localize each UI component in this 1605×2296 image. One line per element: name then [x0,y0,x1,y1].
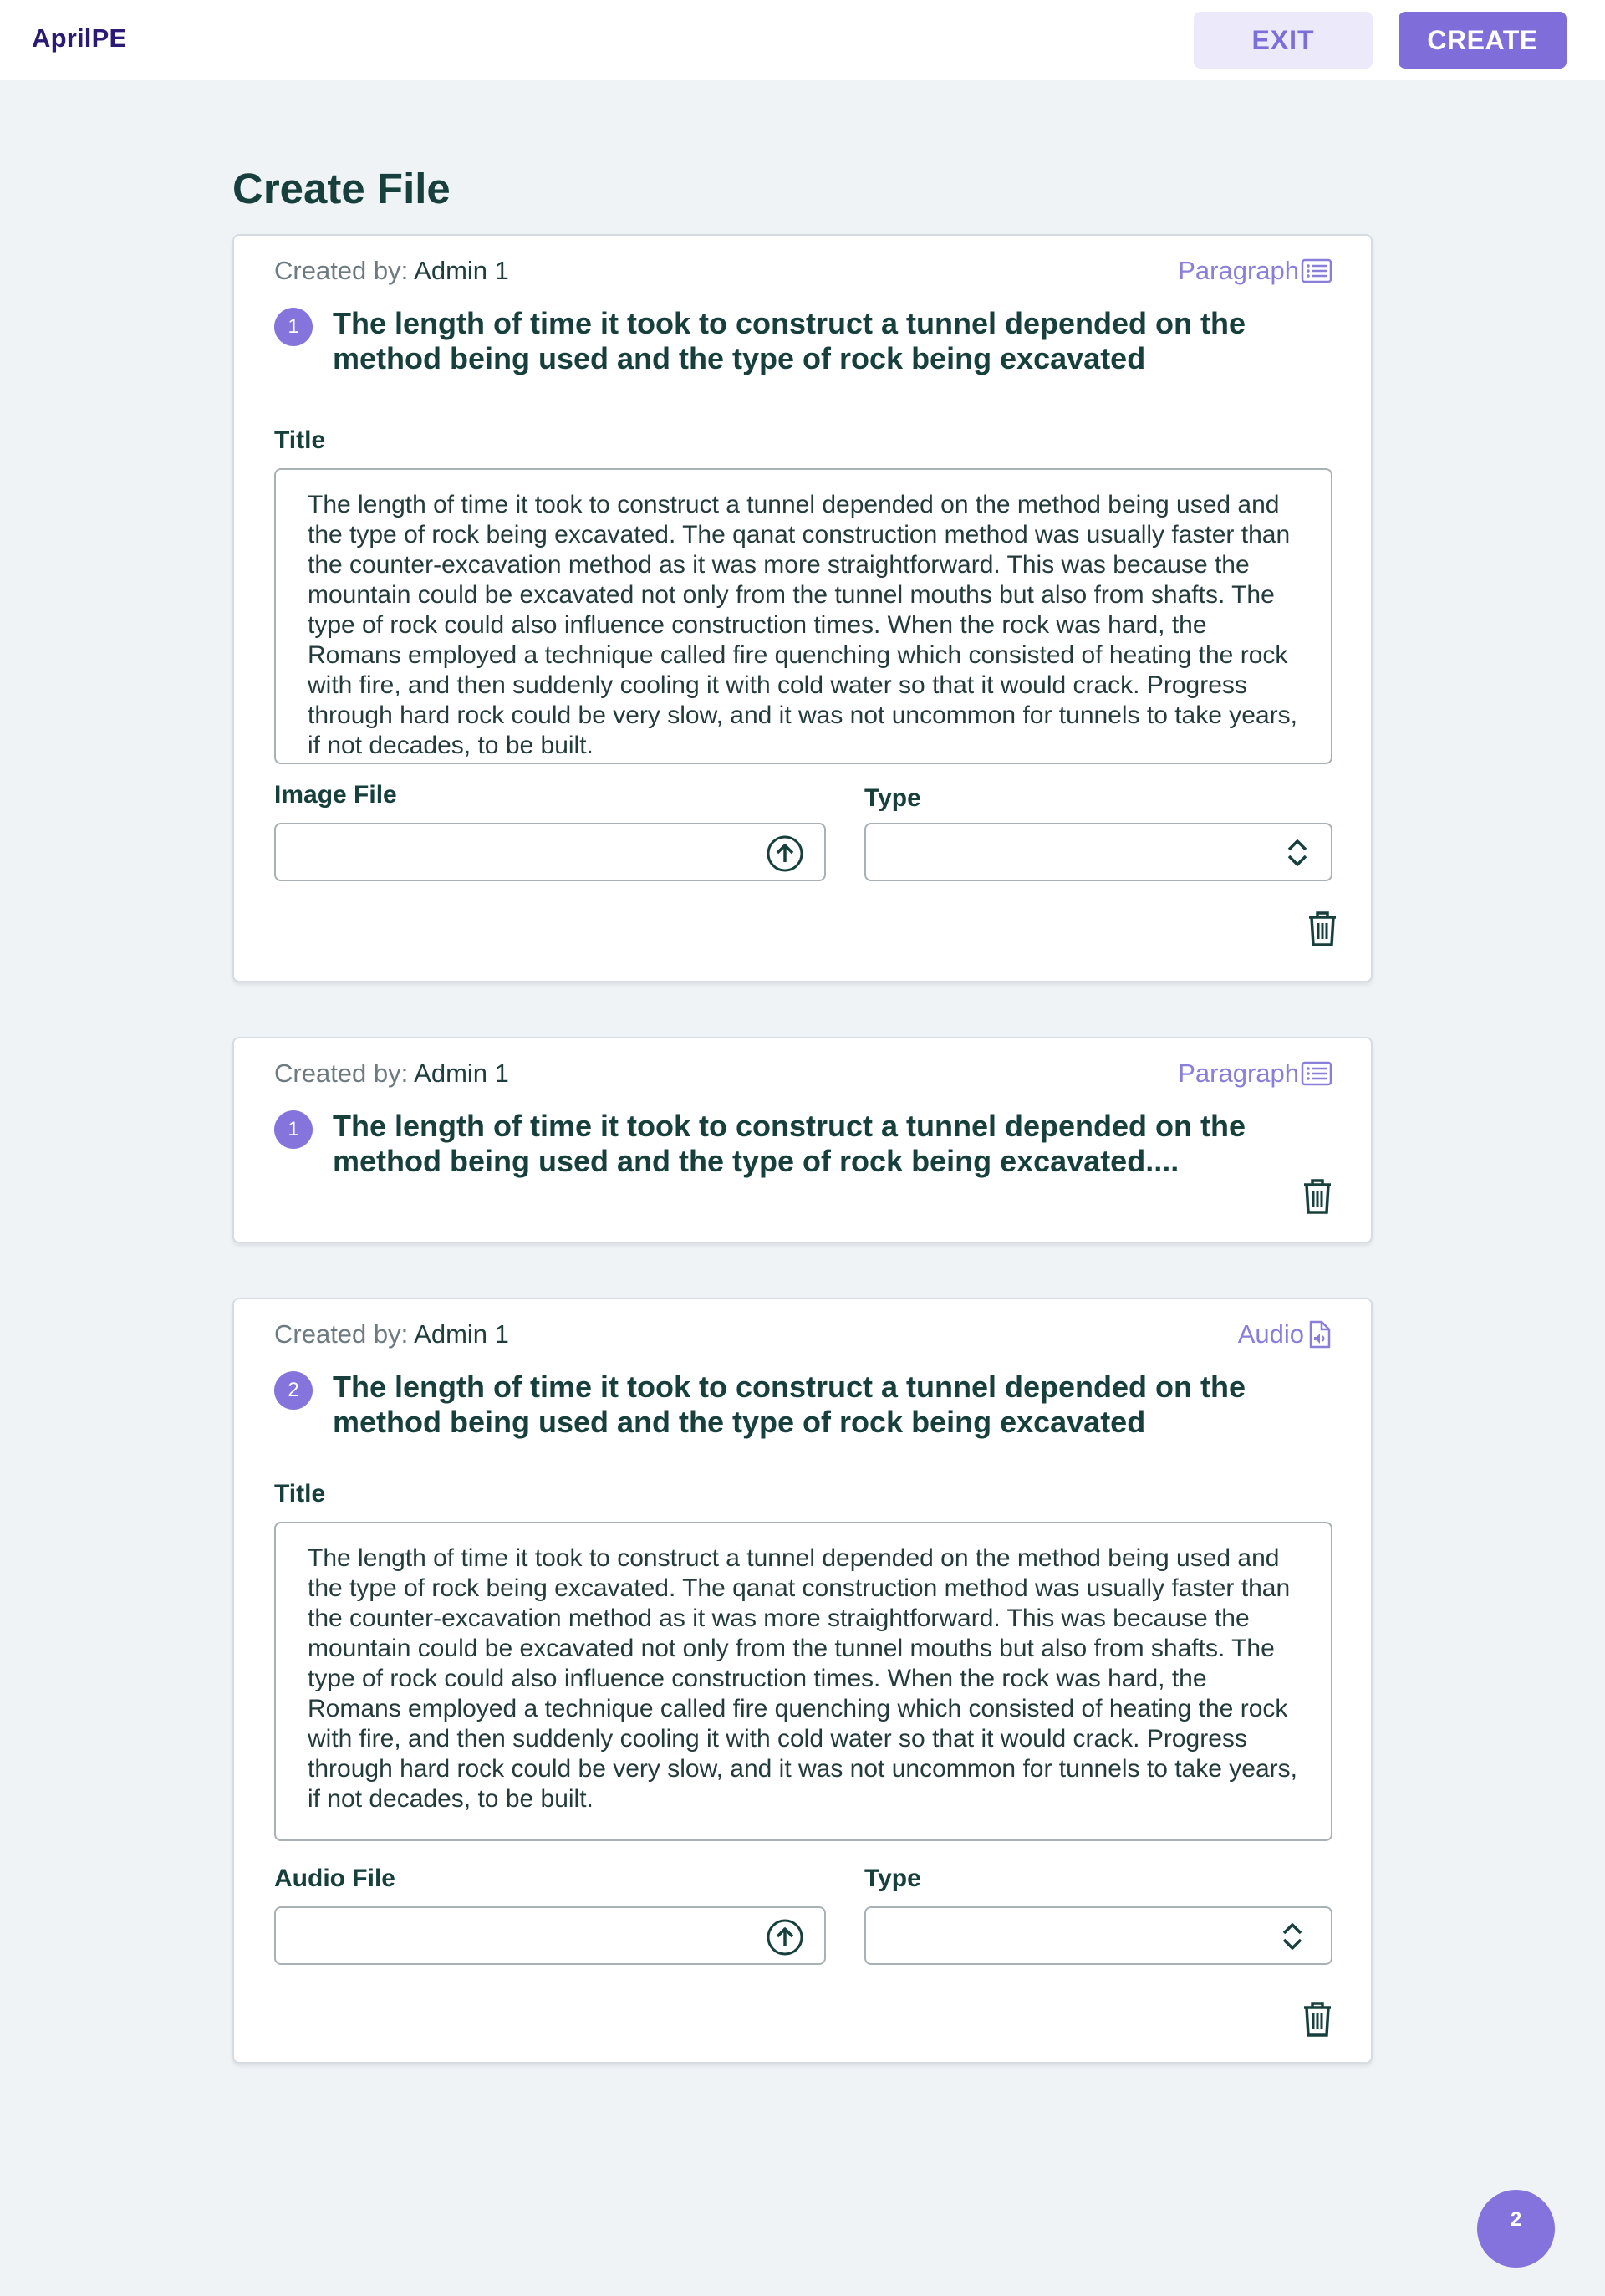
chevron-up-down-icon [1282,1923,1302,1950]
type-select[interactable] [864,1906,1332,1965]
top-bar: AprilPE EXIT CREATE [0,0,1605,80]
item-number-badge: 1 [274,1110,313,1149]
delete-icon[interactable] [1301,1177,1334,1216]
page-title: Create File [232,165,451,212]
created-by: Created by: Admin 1 [274,256,509,286]
paragraph-card-expanded: Created by: Admin 1 Paragraph 1 The leng… [232,234,1373,982]
title-label: Title [274,426,326,454]
content-type-label: Audio [1237,1319,1304,1349]
item-number-badge: 2 [274,1371,313,1410]
image-file-label: Image File [274,781,397,809]
type-select[interactable] [864,823,1332,881]
audio-card-expanded: Created by: Admin 1 Audio 2 The length o… [232,1298,1373,2064]
content-type-tag: Audio [1238,1319,1332,1350]
created-by-user: Admin 1 [414,1059,509,1088]
delete-icon[interactable] [1306,910,1339,948]
content-type-tag: Paragraph [1178,256,1332,286]
list-icon [1301,258,1332,283]
item-number-badge: 1 [274,308,313,346]
created-by: Created by: Admin 1 [274,1319,509,1350]
card-heading: The length of time it took to construct … [333,306,1246,375]
image-file-input[interactable] [274,823,826,881]
type-label: Type [864,1865,921,1892]
title-textarea[interactable]: The length of time it took to construct … [274,468,1332,764]
created-by-user: Admin 1 [414,1319,509,1349]
audio-file-input[interactable] [274,1906,826,1965]
upload-icon[interactable] [766,834,804,873]
title-label: Title [274,1480,326,1508]
chevron-up-down-icon [1287,839,1307,866]
delete-icon[interactable] [1301,2000,1334,2038]
upload-icon[interactable] [766,1918,804,1957]
content-type-label: Paragraph [1178,1059,1299,1088]
type-label: Type [864,784,921,812]
audio-file-label: Audio File [274,1865,395,1892]
page-count-fab[interactable]: 2 [1477,2190,1555,2268]
card-heading: The length of time it took to construct … [333,1370,1246,1439]
create-button[interactable]: CREATE [1399,12,1567,69]
exit-button[interactable]: EXIT [1194,12,1373,69]
list-icon [1301,1061,1332,1086]
paragraph-card-collapsed[interactable]: Created by: Admin 1 Paragraph 1 The leng… [232,1037,1373,1243]
created-by-label: Created by: [274,1319,409,1349]
card-heading: The length of time it took to construct … [333,1109,1246,1178]
content-type-label: Paragraph [1178,256,1299,285]
content-type-tag: Paragraph [1178,1059,1332,1089]
created-by-label: Created by: [274,1059,409,1088]
created-by-label: Created by: [274,256,409,285]
created-by: Created by: Admin 1 [274,1059,509,1089]
created-by-user: Admin 1 [414,256,509,285]
title-textarea[interactable]: The length of time it took to construct … [274,1522,1332,1841]
audio-file-icon [1309,1320,1331,1349]
app-logo[interactable]: AprilPE [32,23,126,54]
